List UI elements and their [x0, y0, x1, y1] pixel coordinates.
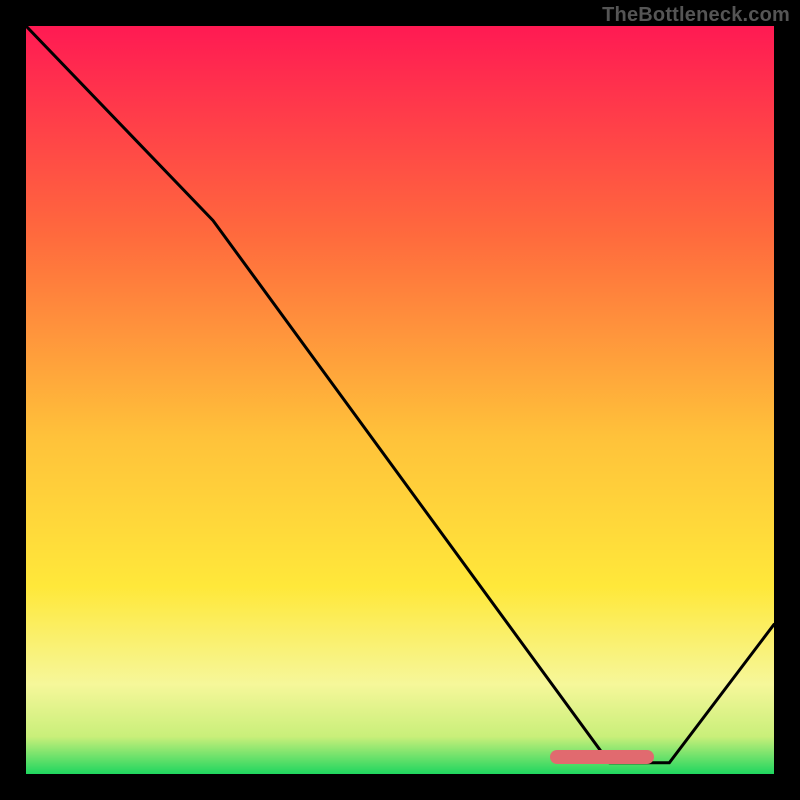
watermark-text: TheBottleneck.com [602, 4, 790, 27]
gradient-background [26, 26, 774, 774]
plot-area [26, 26, 774, 774]
chart-frame: TheBottleneck.com [0, 0, 800, 800]
optimal-range-marker [550, 750, 655, 764]
plot-svg [26, 26, 774, 774]
